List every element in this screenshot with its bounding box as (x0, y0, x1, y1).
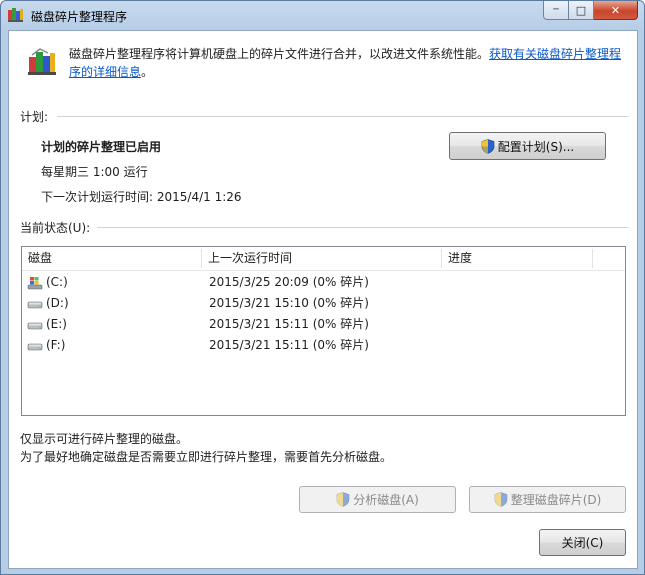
column-header-progress[interactable]: 进度 (442, 247, 592, 270)
disk-last-run: 2015/3/25 20:09 (0% 碎片) (209, 275, 369, 289)
current-status-label: 当前状态(U): (20, 221, 91, 235)
help-link[interactable]: 获取有关磁盘碎片整理程 (489, 47, 621, 61)
caption-buttons: ─ □ ✕ (543, 1, 638, 20)
disk-list-header: 磁盘 上一次运行时间 进度 (22, 247, 625, 271)
disk-list[interactable]: 磁盘 上一次运行时间 进度 (C:) 2015/3/25 20:09 (0% 碎… (21, 246, 626, 416)
disk-last-run: 2015/3/21 15:11 (0% 碎片) (209, 338, 369, 352)
maximize-icon: □ (575, 3, 587, 17)
disk-last-run: 2015/3/21 15:10 (0% 碎片) (209, 296, 369, 310)
hard-drive-icon (27, 322, 43, 330)
disk-row-f[interactable]: (F:) 2015/3/21 15:11 (0% 碎片) (22, 335, 625, 356)
disk-last-run: 2015/3/21 15:11 (0% 碎片) (209, 317, 369, 331)
schedule-next-run: 下一次计划运行时间: 2015/4/1 1:26 (41, 190, 242, 204)
defrag-app-icon (8, 8, 23, 22)
help-link-continued[interactable]: 序的详细信息 (69, 65, 141, 79)
close-icon: ✕ (610, 3, 621, 17)
analyze-disk-label: 分析磁盘(A) (353, 493, 419, 507)
close-window-button[interactable]: ✕ (594, 1, 638, 20)
window-title: 磁盘碎片整理程序 (31, 10, 128, 24)
minimize-button[interactable]: ─ (543, 1, 569, 20)
hard-drive-icon (27, 301, 43, 309)
schedule-frequency: 每星期三 1:00 运行 (41, 165, 148, 179)
uac-shield-icon (336, 492, 350, 507)
disk-name: (E:) (46, 317, 67, 331)
disk-row-d[interactable]: (D:) 2015/3/21 15:10 (0% 碎片) (22, 293, 625, 314)
description-period: 。 (141, 65, 154, 79)
close-button[interactable]: 关闭(C) (539, 529, 626, 556)
configure-schedule-button[interactable]: 配置计划(S)... (449, 132, 606, 160)
hard-drive-icon (27, 343, 43, 351)
defrag-window: 磁盘碎片整理程序 ─ □ ✕ 磁盘碎片整理程序将计算机硬盘上的碎片文件进行合并，… (0, 0, 645, 575)
configure-schedule-label: 配置计划(S)... (497, 139, 575, 154)
disk-name: (D:) (46, 296, 69, 310)
minimize-icon: ─ (553, 5, 559, 15)
defragment-disk-button[interactable]: 整理磁盘碎片(D) (469, 486, 626, 513)
schedule-group-label: 计划: (20, 110, 49, 124)
current-status-separator (97, 227, 629, 228)
disk-row-e[interactable]: (E:) 2015/3/21 15:11 (0% 碎片) (22, 314, 625, 335)
windows-drive-icon (27, 277, 43, 290)
disk-name: (C:) (46, 275, 68, 289)
column-header-last-run[interactable]: 上一次运行时间 (202, 247, 442, 270)
note-defraggable-only: 仅显示可进行碎片整理的磁盘。 (20, 432, 189, 446)
schedule-separator (57, 116, 629, 117)
close-button-label: 关闭(C) (561, 536, 604, 550)
disk-name: (F:) (46, 338, 66, 352)
defragment-disk-label: 整理磁盘碎片(D) (510, 493, 602, 507)
column-divider[interactable] (592, 249, 593, 268)
title-bar[interactable]: 磁盘碎片整理程序 ─ □ ✕ (1, 1, 644, 29)
column-header-disk[interactable]: 磁盘 (22, 247, 202, 270)
defrag-header-icon (28, 48, 56, 75)
uac-shield-icon (481, 138, 495, 154)
description-text: 磁盘碎片整理程序将计算机硬盘上的碎片文件进行合并，以改进文件系统性能。获取有关磁… (69, 45, 629, 81)
disk-row-c[interactable]: (C:) 2015/3/25 20:09 (0% 碎片) (22, 272, 625, 293)
description-body: 磁盘碎片整理程序将计算机硬盘上的碎片文件进行合并，以改进文件系统性能。 (69, 47, 490, 61)
note-analyze-first: 为了最好地确定磁盘是否需要立即进行碎片整理，需要首先分析磁盘。 (20, 450, 393, 464)
uac-shield-icon (494, 492, 507, 507)
analyze-disk-button[interactable]: 分析磁盘(A) (299, 486, 456, 513)
schedule-status: 计划的碎片整理已启用 (41, 140, 162, 154)
maximize-button[interactable]: □ (569, 1, 594, 20)
dialog-body: 磁盘碎片整理程序将计算机硬盘上的碎片文件进行合并，以改进文件系统性能。获取有关磁… (8, 30, 638, 569)
